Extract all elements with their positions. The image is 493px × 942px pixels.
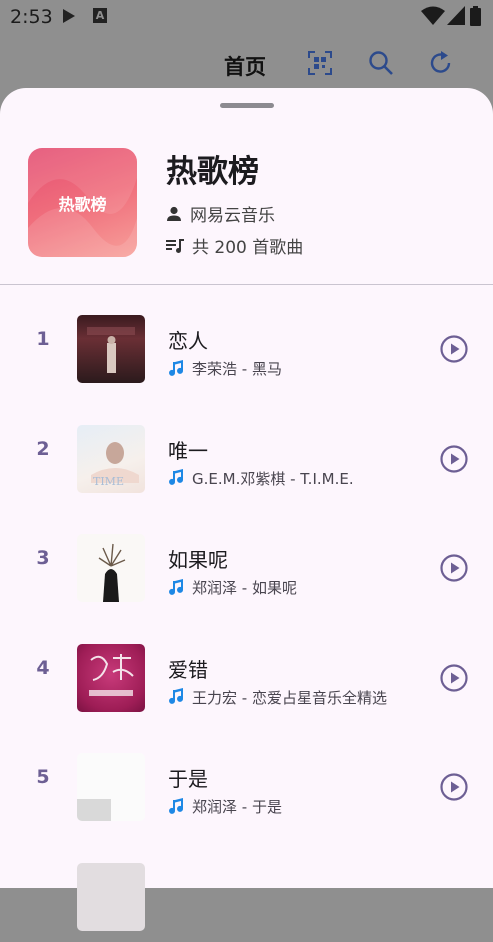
playlist-track-count: 共 200 首歌曲 xyxy=(166,233,303,258)
cover-label: 热歌榜 xyxy=(28,191,137,215)
song-artist-album: 李荣浩 - 黑马 xyxy=(192,358,282,379)
song-artist-album: 郑润泽 - 如果呢 xyxy=(192,577,297,598)
song-artist-album: 郑润泽 - 于是 xyxy=(192,796,282,817)
refresh-icon[interactable] xyxy=(428,50,454,76)
song-rank: 3 xyxy=(28,504,58,613)
song-list: 1 恋人 李荣浩 - 黑马 2 xyxy=(0,285,493,942)
song-title: 如果呢 xyxy=(168,544,228,573)
song-title: 于是 xyxy=(168,763,208,792)
song-title: 唯一 xyxy=(168,435,208,464)
music-note-icon xyxy=(168,798,186,816)
album-art-figure xyxy=(77,753,145,821)
song-subtitle-row: G.E.M.邓紫棋 - T.I.M.E. xyxy=(168,468,354,489)
song-artist-album: 王力宏 - 恋爱占星音乐全精选 xyxy=(192,687,387,708)
media-playing-icon xyxy=(63,9,75,23)
album-art xyxy=(77,863,145,931)
song-row[interactable]: 2 TIME 唯一 G.E.M.邓紫棋 - T.I.M.E. xyxy=(0,395,493,505)
song-row[interactable]: 3 如果呢 郑润泽 - 如果呢 xyxy=(0,504,493,614)
music-note-icon xyxy=(168,688,186,706)
song-row[interactable] xyxy=(0,833,493,942)
music-note-icon xyxy=(168,579,186,597)
person-icon xyxy=(166,206,182,222)
play-icon[interactable] xyxy=(440,664,468,692)
music-note-icon xyxy=(168,469,186,487)
song-row[interactable]: 4 爱错 王力宏 - 恋爱占星音乐全精选 xyxy=(0,614,493,724)
accessibility-icon: A xyxy=(93,8,107,23)
playlist-title: 热歌榜 xyxy=(166,146,259,191)
playlist-creator: 网易云音乐 xyxy=(166,201,275,226)
battery-icon xyxy=(470,6,481,26)
music-note-icon xyxy=(168,360,186,378)
qr-scan-icon[interactable] xyxy=(307,50,333,76)
wifi-icon xyxy=(421,6,445,26)
song-artist-album: G.E.M.邓紫棋 - T.I.M.E. xyxy=(192,468,354,489)
status-bar: 2:53 A xyxy=(0,0,493,34)
song-row[interactable]: 1 恋人 李荣浩 - 黑马 xyxy=(0,285,493,395)
track-count: 共 200 首歌曲 xyxy=(192,233,303,258)
album-art xyxy=(77,644,145,712)
album-art-figure: TIME xyxy=(77,425,145,493)
search-icon[interactable] xyxy=(368,50,394,76)
playlist-cover: 热歌榜 xyxy=(28,148,137,257)
song-rank: 2 xyxy=(28,395,58,504)
album-art: TIME xyxy=(77,425,145,493)
creator-name: 网易云音乐 xyxy=(190,201,275,226)
queue-music-icon xyxy=(166,238,184,254)
song-rank: 1 xyxy=(28,285,58,394)
album-art xyxy=(77,753,145,821)
song-rank: 4 xyxy=(28,614,58,723)
album-art-figure xyxy=(77,315,145,383)
album-art xyxy=(77,315,145,383)
song-title: 恋人 xyxy=(168,325,208,354)
song-subtitle-row: 郑润泽 - 于是 xyxy=(168,796,282,817)
cellular-signal-icon xyxy=(447,6,465,25)
play-icon[interactable] xyxy=(440,773,468,801)
svg-text:TIME: TIME xyxy=(93,475,124,488)
play-icon[interactable] xyxy=(440,554,468,582)
playlist-bottom-sheet: 热歌榜 热歌榜 网易云音乐 共 200 首歌曲 1 xyxy=(0,88,493,888)
song-subtitle-row: 王力宏 - 恋爱占星音乐全精选 xyxy=(168,687,387,708)
album-art xyxy=(77,534,145,602)
status-time: 2:53 xyxy=(10,6,53,28)
play-icon[interactable] xyxy=(440,335,468,363)
play-icon[interactable] xyxy=(440,445,468,473)
album-art-figure xyxy=(77,534,145,602)
song-title: 爱错 xyxy=(168,654,208,683)
song-rank: 5 xyxy=(28,723,58,832)
song-subtitle-row: 郑润泽 - 如果呢 xyxy=(168,577,297,598)
song-subtitle-row: 李荣浩 - 黑马 xyxy=(168,358,282,379)
drag-handle[interactable] xyxy=(220,103,274,108)
album-art-figure xyxy=(77,644,145,712)
page-title: 首页 xyxy=(224,51,266,81)
song-row[interactable]: 5 于是 郑润泽 - 于是 xyxy=(0,723,493,833)
